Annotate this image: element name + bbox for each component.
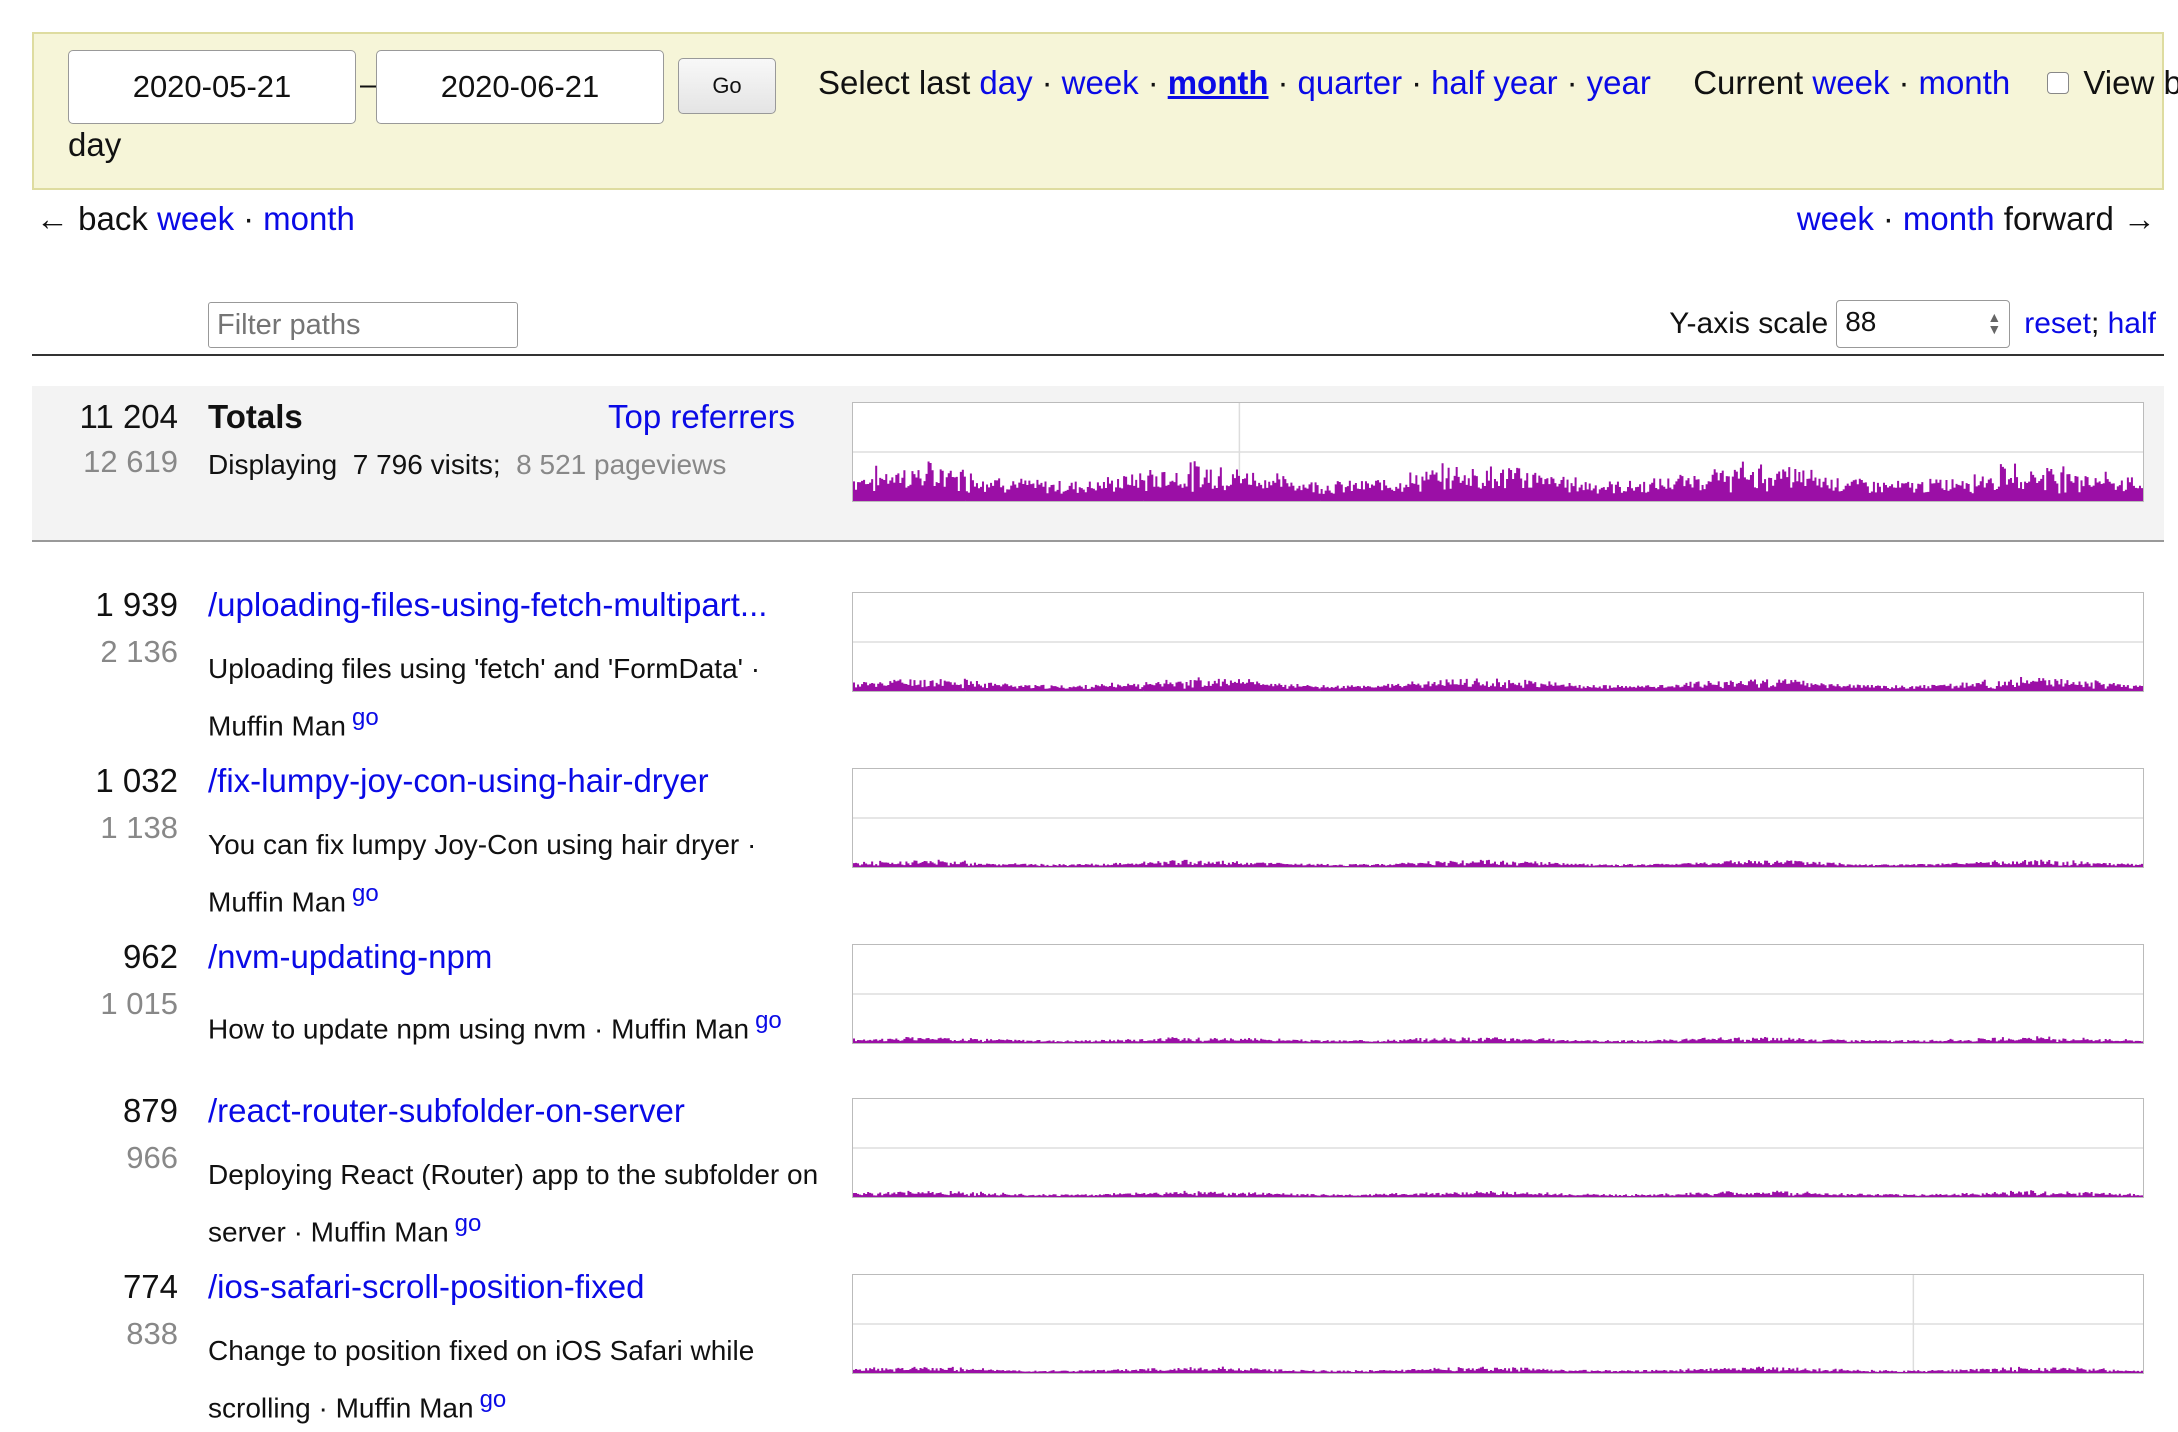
sparkline-bars [853,1190,2143,1197]
page-pageviews-count: 1 138 [100,810,178,845]
page-go-link[interactable]: go [352,704,379,731]
back-arrow-icon: ← [36,200,69,237]
totals-visits-count: 11 204 [79,398,178,435]
page-go-link[interactable]: go [755,1007,782,1034]
sparkline-bars [853,1366,2143,1373]
go-button[interactable]: Go [678,58,776,114]
forward-arrow-icon: → [2123,200,2156,237]
select-last-year-link[interactable]: year [1587,64,1651,101]
start-date-input[interactable] [68,50,356,124]
page-path-link[interactable]: /react-router-subfolder-on-server [208,1092,685,1130]
page-description: How to update npm using nvm · Muffin Man… [208,1007,782,1045]
sparkline-bars [853,1036,2143,1043]
page-visits-count: 1 939 [95,586,178,623]
select-last-quarter-link[interactable]: quarter [1298,64,1403,101]
page-go-link[interactable]: go [352,880,379,907]
sparkline-bars [853,676,2143,691]
sparkline-bars [853,461,2143,501]
end-date-input[interactable] [376,50,664,124]
top-referrers-link[interactable]: Top referrers [608,398,795,436]
page-sparkline [852,1274,2144,1374]
page-pageviews-count: 838 [126,1316,178,1351]
select-last-label: Select last [818,64,971,101]
page-pageviews-count: 2 136 [100,634,178,669]
view-by-day-label: View by [2083,64,2178,101]
spinner-icon[interactable]: ▲ ▼ [1987,310,2001,336]
nav-forward: week · month forward → [1796,200,2156,237]
period-links: Select last day · week · month · quarter · half … [818,64,2178,102]
totals-title: Totals [208,398,303,435]
back-week-link[interactable]: week [157,200,234,237]
page-visits-count: 962 [122,938,178,975]
totals-divider [32,540,2164,542]
half-scale-link[interactable]: half [2108,307,2156,341]
back-label: back [78,200,148,237]
page-visits-count: 774 [122,1268,178,1305]
current-month-link[interactable]: month [1918,64,2010,101]
totals-pageviews-count: 12 619 [83,444,178,479]
page-description: Change to position fixed on iOS Safari w… [208,1335,755,1424]
page-pageviews-count: 966 [126,1140,178,1175]
select-last-day-link[interactable]: day [979,64,1032,101]
page-sparkline [852,768,2144,868]
select-last-half-year-link[interactable]: half year [1431,64,1558,101]
forward-label: forward [2003,200,2114,237]
view-by-day-checkbox[interactable] [2047,72,2070,95]
page-path-link[interactable]: /nvm-updating-npm [208,938,492,976]
page-go-link[interactable]: go [480,1386,507,1413]
page-go-link[interactable]: go [455,1210,482,1237]
view-by-day-label-continued: day [68,126,122,163]
page-description: Deploying React (Router) app to the subf… [208,1159,819,1248]
page-path-link[interactable]: /fix-lumpy-joy-con-using-hair-dryer [208,762,709,800]
page-visits-count: 1 032 [95,762,178,799]
filter-paths-input[interactable] [208,302,518,348]
page-sparkline [852,944,2144,1044]
current-week-link[interactable]: week [1812,64,1889,101]
page-description: Uploading files using 'fetch' and 'FormD… [208,653,761,742]
select-last-week-link[interactable]: week [1062,64,1139,101]
totals-displaying: Displaying 7 796 visits; 8 521 pageviews [208,449,727,480]
totals-sparkline [852,402,2144,502]
forward-week-link[interactable]: week [1797,200,1874,237]
page-pageviews-count: 1 015 [100,986,178,1021]
date-range-dash: – [360,68,377,101]
page-sparkline [852,592,2144,692]
y-axis-scale-control: Y-axis scale 88 ▲ ▼ reset; half [1669,300,2156,348]
select-last-month-link[interactable]: month [1168,64,1269,101]
page-sparkline [852,1098,2144,1198]
sparkline-bars [853,859,2143,867]
page-visits-count: 879 [122,1092,178,1129]
page-path-link[interactable]: /ios-safari-scroll-position-fixed [208,1268,644,1306]
forward-month-link[interactable]: month [1903,200,1995,237]
y-axis-scale-value: 88 [1845,306,1877,337]
page-path-link[interactable]: /uploading-files-using-fetch-multipart..… [208,586,767,624]
y-axis-scale-input[interactable]: 88 ▲ ▼ [1836,300,2011,348]
back-month-link[interactable]: month [263,200,355,237]
header-divider [32,354,2164,356]
page-description: You can fix lumpy Joy-Con using hair dry… [208,829,757,918]
nav-back: ← back week · month [36,200,355,237]
y-axis-scale-label: Y-axis scale [1669,307,1829,340]
reset-scale-link[interactable]: reset [2024,307,2091,341]
totals-sparkline-chart [853,403,2143,501]
period-selector: – Go Select last day·week·month·quarter·… [32,32,2178,190]
current-label: Current [1693,64,1804,101]
